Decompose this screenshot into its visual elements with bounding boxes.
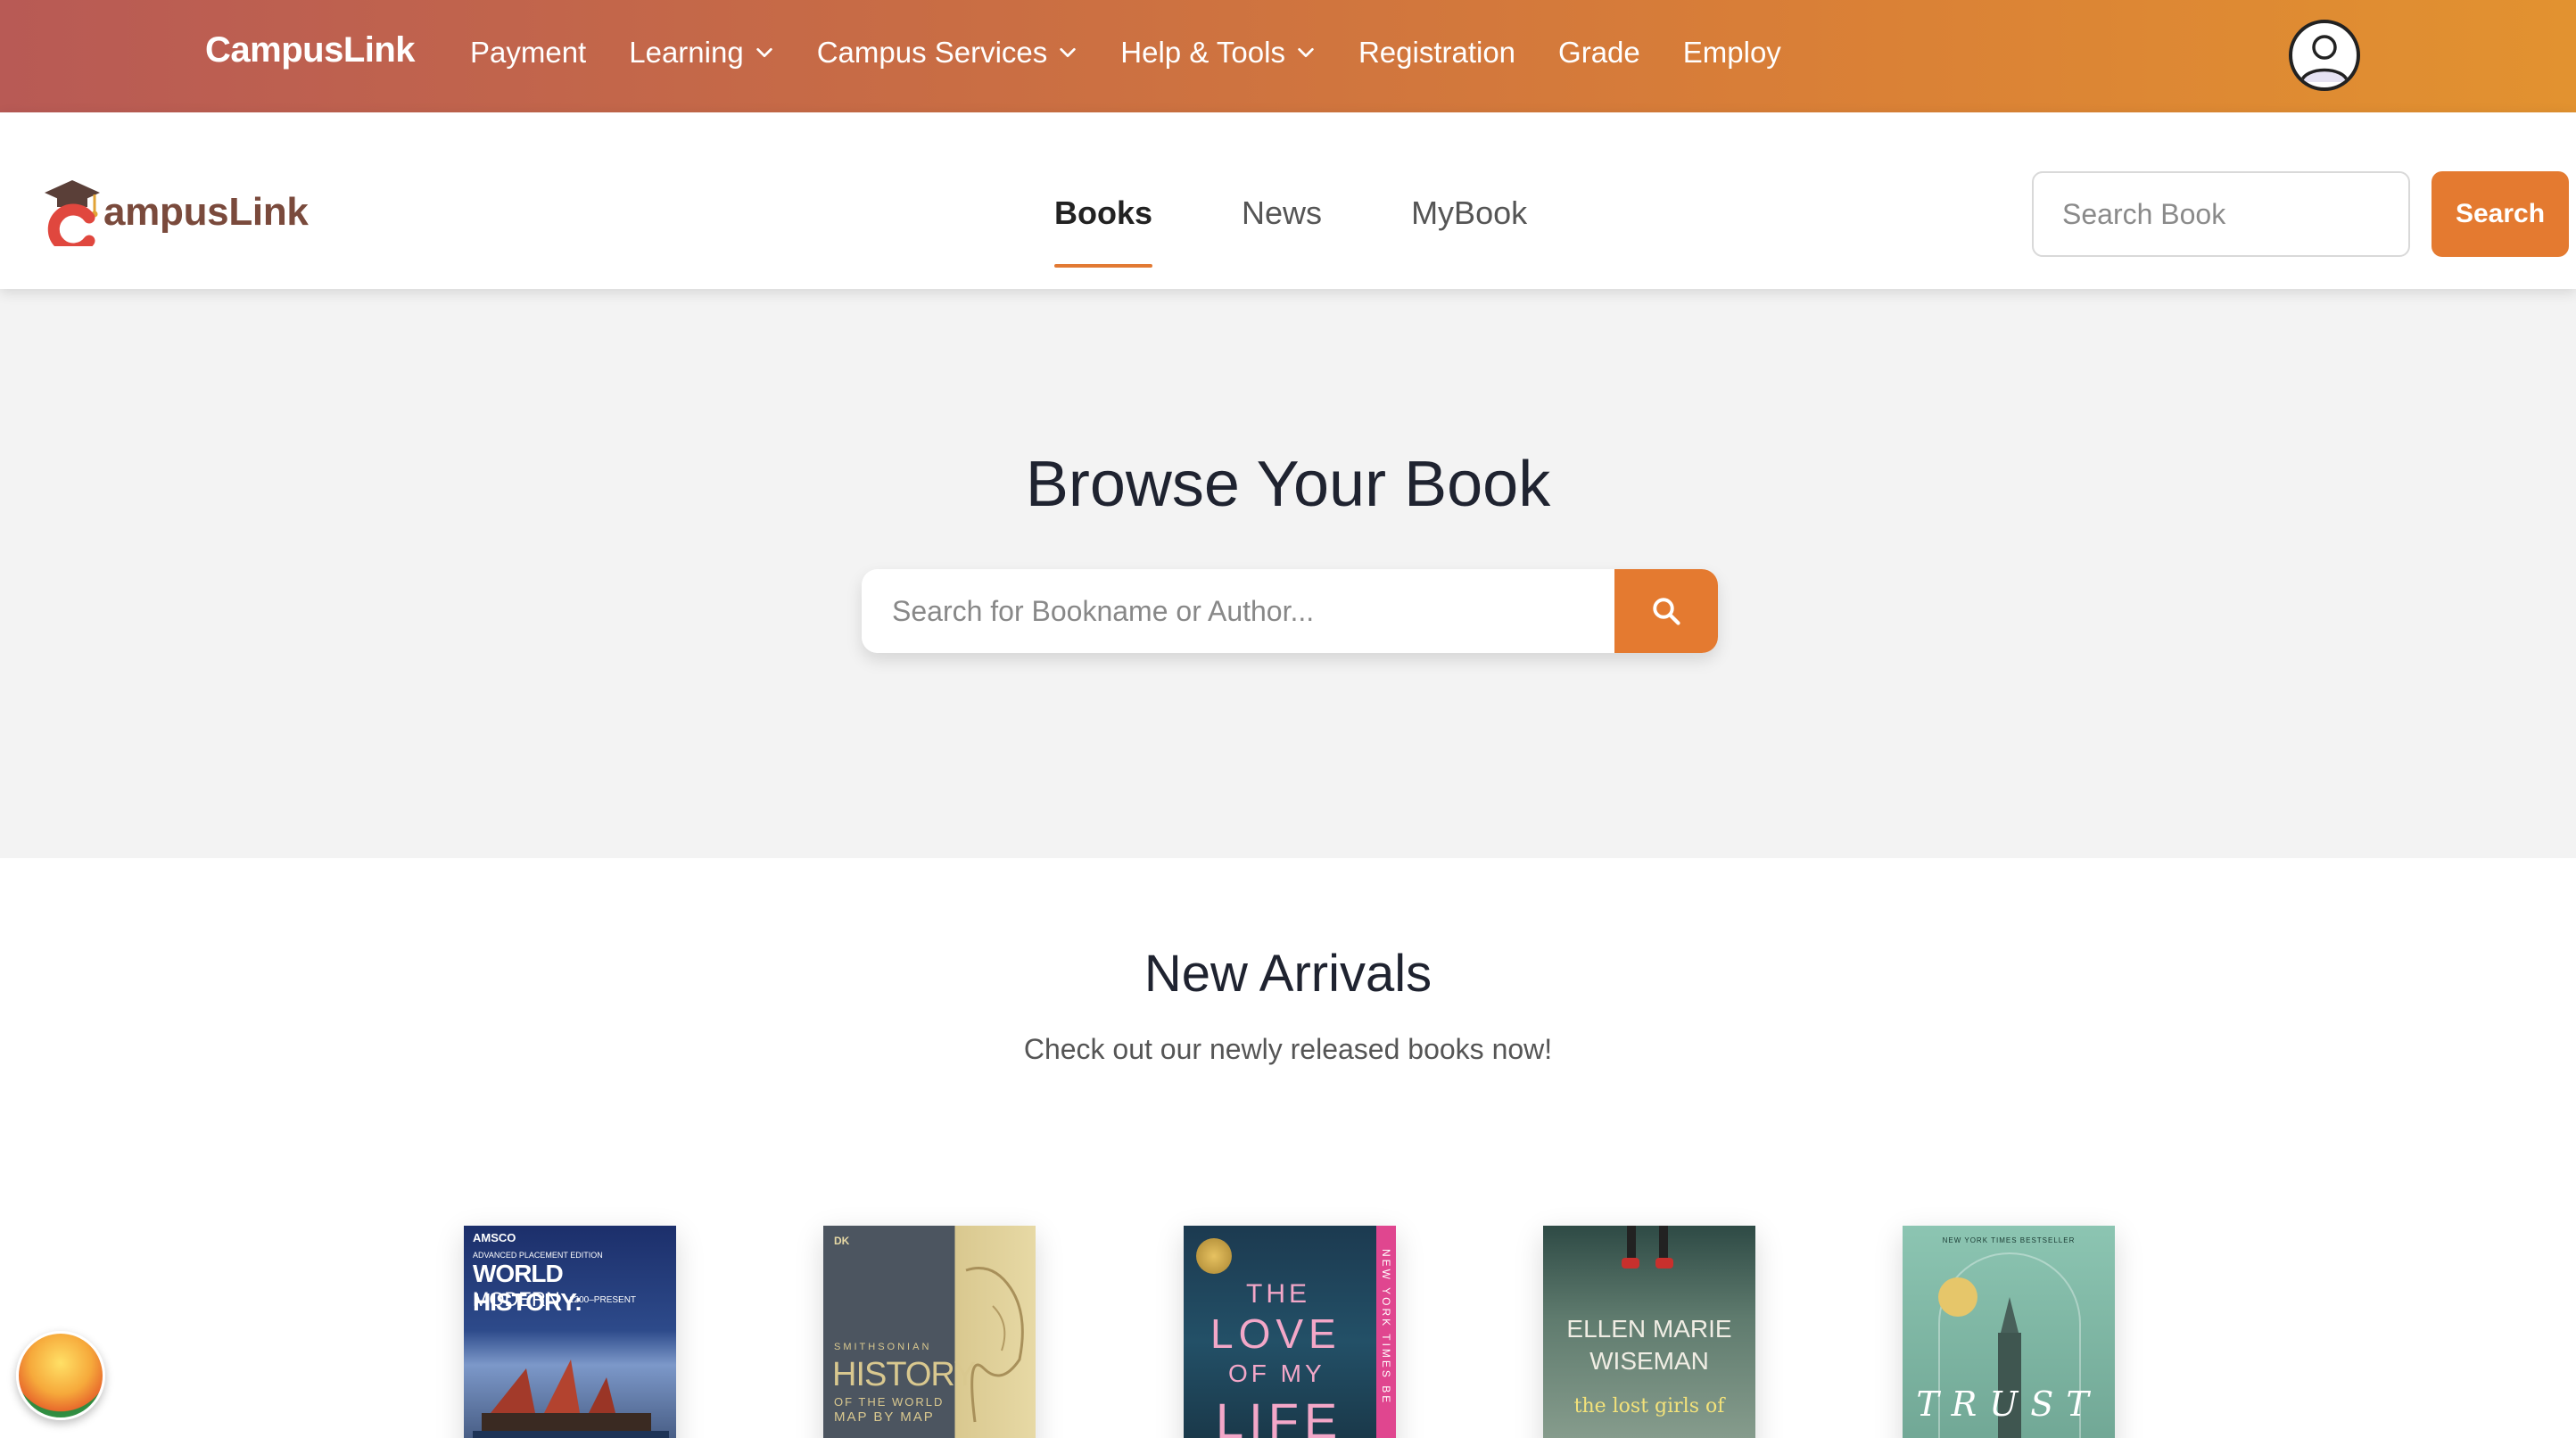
book-cover-text: OF THE WORLD — [834, 1395, 945, 1409]
award-seal-icon — [1938, 1277, 1977, 1317]
logo-text: ampusLink — [103, 190, 309, 234]
nav-registration-label: Registration — [1358, 36, 1516, 69]
hero-search-button[interactable] — [1614, 569, 1718, 653]
nav-campus-services[interactable]: Campus Services — [817, 36, 1078, 70]
user-avatar-icon[interactable] — [2289, 20, 2360, 91]
map-illustration — [965, 1267, 1024, 1423]
book-cover-text: AMSCO — [473, 1231, 516, 1244]
tab-news[interactable]: News — [1242, 194, 1322, 268]
book-cover-text: LIFE — [1216, 1393, 1343, 1438]
legs-illustration — [1622, 1226, 1673, 1269]
section-tabs: Books News MyBook — [1054, 194, 1616, 268]
book-cover[interactable]: ELLEN MARIE WISEMAN the lost girls of — [1543, 1226, 1755, 1438]
nav-registration[interactable]: Registration — [1358, 36, 1515, 70]
nav-campus-services-label: Campus Services — [816, 36, 1048, 69]
new-arrivals-subtitle: Check out our newly released books now! — [1023, 1033, 1553, 1065]
nav-learning[interactable]: Learning — [629, 36, 773, 70]
book-cover-text: the lost girls of — [1573, 1395, 1725, 1417]
book-cover-text: ADVANCED PLACEMENT EDITION — [473, 1251, 603, 1260]
book-cover-text: TRUST — [1916, 1384, 2101, 1424]
graduation-cap-icon — [45, 180, 100, 246]
nav-employ-label: Employ — [1682, 36, 1781, 69]
nav-grade[interactable]: Grade — [1558, 36, 1640, 70]
nav-help-tools[interactable]: Help & Tools — [1120, 36, 1316, 70]
book-cover[interactable]: NEW YORK TIMES BE THE LOVE OF MY LIFE — [1184, 1226, 1396, 1438]
floating-assistant-icon[interactable] — [16, 1331, 105, 1420]
book-cover[interactable]: DK SMITHSONIAN HISTORY OF THE WORLD MAP … — [823, 1226, 1036, 1438]
book-cover-text: OF MY — [1228, 1359, 1325, 1387]
hero-search-bar — [862, 569, 1718, 653]
book-cover-text: LOVE — [1210, 1310, 1342, 1357]
book-cover-text: MAP BY MAP — [834, 1409, 935, 1425]
chevron-down-icon — [1060, 47, 1076, 58]
nav-payment-label: Payment — [470, 36, 587, 69]
hero-section: Browse Your Book — [0, 289, 2576, 858]
award-seal-icon — [1196, 1238, 1232, 1274]
chevron-down-icon — [755, 47, 772, 58]
header-search-button[interactable]: Search — [2432, 171, 2569, 257]
book-cover-text: ELLEN MARIE — [1566, 1315, 1732, 1343]
nav-help-tools-label: Help & Tools — [1120, 36, 1285, 69]
person-icon — [2299, 35, 2349, 83]
ship-illustration — [473, 1359, 669, 1438]
book-cover[interactable]: NEW YORK TIMES BESTSELLER TRUST — [1903, 1226, 2115, 1438]
tab-books[interactable]: Books — [1054, 194, 1153, 268]
book-cover-text: HISTORY — [832, 1356, 977, 1393]
nav-learning-label: Learning — [629, 36, 744, 69]
search-icon — [1653, 598, 1680, 625]
nav-grade-label: Grade — [1558, 36, 1640, 69]
secondary-header: ampusLink Books News MyBook Search — [0, 112, 2576, 289]
tab-mybook[interactable]: MyBook — [1411, 194, 1527, 268]
book-cover-text: NEW YORK TIMES BE — [1380, 1249, 1392, 1406]
chevron-down-icon — [1298, 47, 1314, 58]
top-navigation-bar: CampusLink Payment Learning Campus Servi… — [0, 0, 2576, 112]
header-search-input[interactable] — [2032, 171, 2410, 257]
campuslink-logo[interactable]: ampusLink — [43, 178, 309, 246]
book-cover[interactable]: AMSCO ADVANCED PLACEMENT EDITION WORLD H… — [464, 1226, 676, 1438]
book-cover-text: THE — [1246, 1279, 1310, 1309]
book-cover-text: NEW YORK TIMES BESTSELLER — [1942, 1236, 2076, 1244]
top-nav: Payment Learning Campus Services Help & … — [470, 36, 1824, 70]
book-cover-text: MODERN — [473, 1288, 560, 1310]
nav-payment[interactable]: Payment — [470, 36, 586, 70]
book-cover-text: 1200–PRESENT — [569, 1295, 637, 1305]
new-arrivals-title: New Arrivals — [1144, 945, 1432, 1003]
nav-employ[interactable]: Employ — [1683, 36, 1781, 70]
brand-name[interactable]: CampusLink — [205, 30, 416, 70]
book-cover-text: WISEMAN — [1589, 1347, 1709, 1375]
hero-title: Browse Your Book — [1025, 449, 1551, 520]
hero-search-input[interactable] — [862, 569, 1614, 653]
book-cover-text: SMITHSONIAN — [834, 1342, 932, 1352]
book-cover-text: DK — [834, 1235, 850, 1247]
